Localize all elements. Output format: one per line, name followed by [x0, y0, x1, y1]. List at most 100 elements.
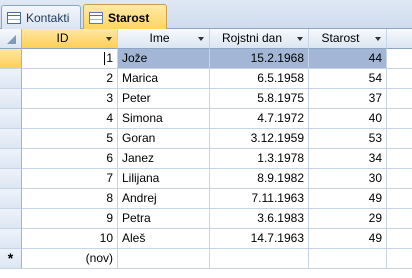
- cell-ime[interactable]: Goran: [118, 129, 210, 149]
- cell-ime[interactable]: Peter: [118, 89, 210, 109]
- cell-id[interactable]: 6: [22, 149, 118, 169]
- cell-starost[interactable]: 37: [309, 89, 387, 109]
- column-header-rojstni-dan[interactable]: Rojstni dan: [210, 29, 309, 49]
- new-record-starost[interactable]: [309, 249, 387, 269]
- tab-label: Kontakti: [26, 10, 70, 25]
- table-row[interactable]: 9 Petra 3.6.1983 29: [0, 209, 412, 229]
- cell-ime[interactable]: Aleš: [118, 229, 210, 249]
- table-icon: [7, 11, 21, 24]
- empty-row-area: [387, 49, 412, 69]
- chevron-down-icon[interactable]: [103, 33, 114, 44]
- select-all-button[interactable]: [0, 29, 22, 49]
- chevron-down-icon[interactable]: [294, 33, 305, 44]
- table-row[interactable]: 8 Andrej 7.11.1963 49: [0, 189, 412, 209]
- tab-label: Starost: [108, 10, 150, 25]
- row-selector[interactable]: [0, 129, 22, 149]
- column-header-ime[interactable]: Ime: [118, 29, 210, 49]
- table-row[interactable]: 7 Lilijana 8.9.1982 30: [0, 169, 412, 189]
- cell-rojstni-dan[interactable]: 14.7.1963: [210, 229, 309, 249]
- row-selector[interactable]: [0, 109, 22, 129]
- cell-ime[interactable]: Petra: [118, 209, 210, 229]
- cell-id[interactable]: 3: [22, 89, 118, 109]
- row-selector[interactable]: [0, 209, 22, 229]
- cell-ime[interactable]: Simona: [118, 109, 210, 129]
- empty-row-area: [387, 209, 412, 229]
- cell-ime[interactable]: Marica: [118, 69, 210, 89]
- cell-rojstni-dan[interactable]: 3.12.1959: [210, 129, 309, 149]
- row-selector[interactable]: [0, 229, 22, 249]
- cell-rojstni-dan[interactable]: 8.9.1982: [210, 169, 309, 189]
- cell-starost[interactable]: 49: [309, 229, 387, 249]
- column-header-label: Starost: [321, 31, 360, 45]
- new-record-ime[interactable]: [118, 249, 210, 269]
- cell-ime[interactable]: Lilijana: [118, 169, 210, 189]
- cell-rojstni-dan[interactable]: 4.7.1972: [210, 109, 309, 129]
- cell-id[interactable]: 10: [22, 229, 118, 249]
- cell-ime[interactable]: Jože: [118, 49, 210, 69]
- cell-starost[interactable]: 44: [309, 49, 387, 69]
- cell-id[interactable]: 4: [22, 109, 118, 129]
- row-selector[interactable]: [0, 69, 22, 89]
- row-selector[interactable]: [0, 49, 22, 69]
- cell-rojstni-dan[interactable]: 7.11.1963: [210, 189, 309, 209]
- cell-rojstni-dan[interactable]: 3.6.1983: [210, 209, 309, 229]
- column-header-row: ID Ime Rojstni dan Starost: [0, 29, 412, 49]
- select-all-icon: [7, 35, 16, 44]
- table-row[interactable]: 6 Janez 1.3.1978 34: [0, 149, 412, 169]
- empty-row-area: [387, 89, 412, 109]
- empty-row-area: [387, 69, 412, 89]
- cell-starost[interactable]: 30: [309, 169, 387, 189]
- cell-starost[interactable]: 53: [309, 129, 387, 149]
- empty-row-area: [387, 129, 412, 149]
- new-record-id[interactable]: (nov): [22, 249, 118, 269]
- table-row[interactable]: 4 Simona 4.7.1972 40: [0, 109, 412, 129]
- cell-rojstni-dan[interactable]: 5.8.1975: [210, 89, 309, 109]
- empty-row-area: [387, 189, 412, 209]
- query-icon: [89, 11, 103, 24]
- empty-header-area: [387, 29, 412, 49]
- chevron-down-icon[interactable]: [372, 33, 383, 44]
- tab-starost[interactable]: Starost: [83, 4, 167, 30]
- row-selector[interactable]: [0, 189, 22, 209]
- empty-row-area: [387, 109, 412, 129]
- cell-id[interactable]: 2: [22, 69, 118, 89]
- cell-id[interactable]: 7: [22, 169, 118, 189]
- cell-starost[interactable]: 49: [309, 189, 387, 209]
- chevron-down-icon[interactable]: [195, 33, 206, 44]
- cell-ime[interactable]: Andrej: [118, 189, 210, 209]
- cell-starost[interactable]: 34: [309, 149, 387, 169]
- tab-kontakti[interactable]: Kontakti: [1, 5, 81, 29]
- object-tab-strip: Kontakti Starost: [0, 0, 412, 30]
- column-header-label: Ime: [149, 31, 170, 45]
- table-row[interactable]: 10 Aleš 14.7.1963 49: [0, 229, 412, 249]
- cell-value: 1: [106, 51, 113, 65]
- table-row[interactable]: 5 Goran 3.12.1959 53: [0, 129, 412, 149]
- new-record-row[interactable]: * (nov): [0, 249, 412, 269]
- cell-ime[interactable]: Janez: [118, 149, 210, 169]
- cell-id[interactable]: 1: [22, 49, 118, 69]
- table-row[interactable]: 3 Peter 5.8.1975 37: [0, 89, 412, 109]
- empty-row-area: [387, 169, 412, 189]
- row-selector[interactable]: [0, 149, 22, 169]
- row-selector[interactable]: [0, 169, 22, 189]
- cell-starost[interactable]: 40: [309, 109, 387, 129]
- cell-rojstni-dan[interactable]: 6.5.1958: [210, 69, 309, 89]
- new-record-rojstni-dan[interactable]: [210, 249, 309, 269]
- row-selector[interactable]: [0, 89, 22, 109]
- empty-row-area: [387, 249, 412, 269]
- cell-starost[interactable]: 54: [309, 69, 387, 89]
- cell-starost[interactable]: 29: [309, 209, 387, 229]
- table-row[interactable]: 1 Jože 15.2.1968 44: [0, 49, 412, 69]
- column-header-starost[interactable]: Starost: [309, 29, 387, 49]
- table-row[interactable]: 2 Marica 6.5.1958 54: [0, 69, 412, 89]
- new-record-marker[interactable]: *: [0, 249, 22, 269]
- column-header-label: ID: [56, 31, 69, 45]
- empty-row-area: [387, 149, 412, 169]
- column-header-label: Rojstni dan: [221, 31, 283, 45]
- cell-rojstni-dan[interactable]: 15.2.1968: [210, 49, 309, 69]
- column-header-id[interactable]: ID: [22, 29, 118, 49]
- cell-id[interactable]: 9: [22, 209, 118, 229]
- cell-id[interactable]: 5: [22, 129, 118, 149]
- cell-rojstni-dan[interactable]: 1.3.1978: [210, 149, 309, 169]
- cell-id[interactable]: 8: [22, 189, 118, 209]
